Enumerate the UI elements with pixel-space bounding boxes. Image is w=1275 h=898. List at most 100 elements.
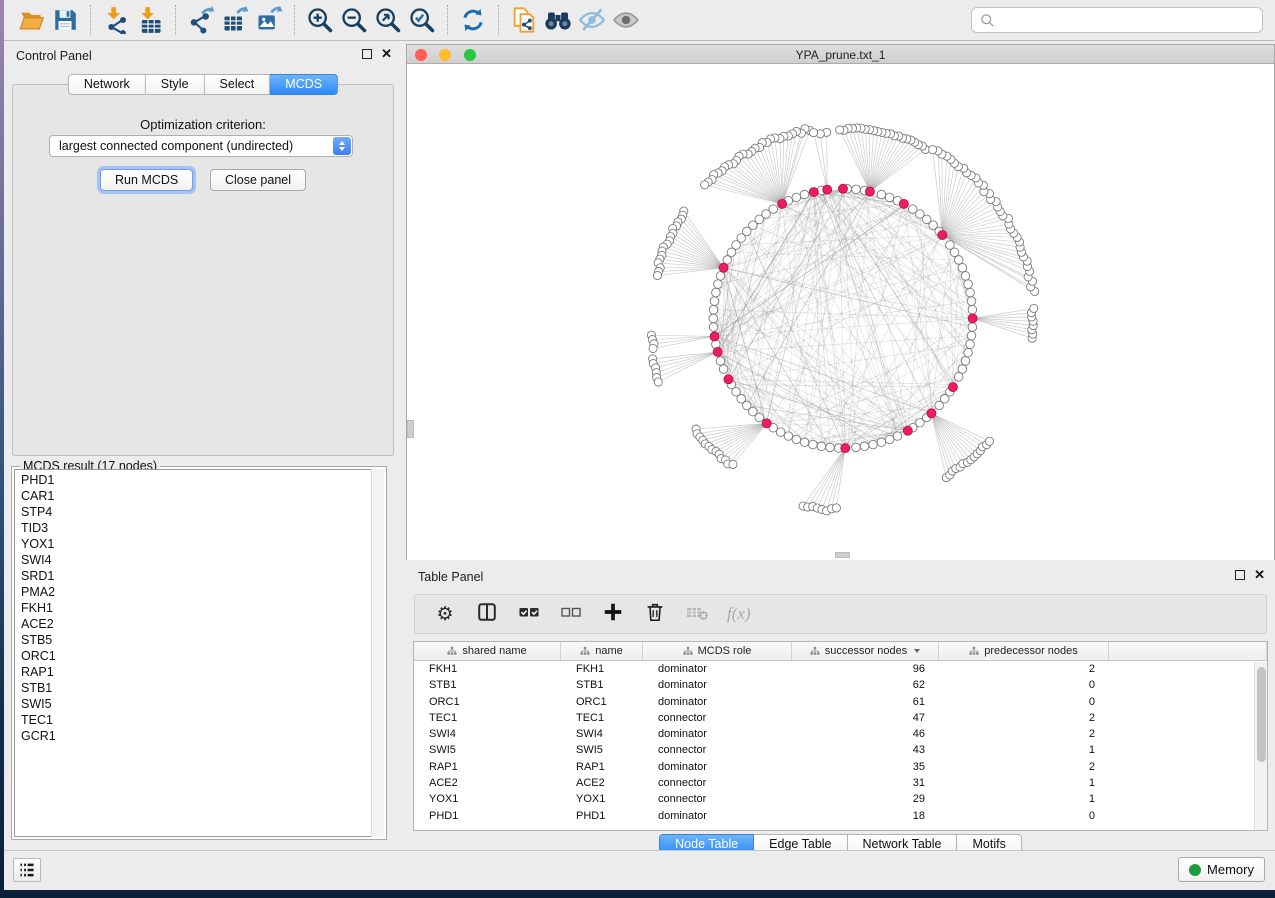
network-node[interactable]: [954, 373, 963, 382]
mcds-node[interactable]: [762, 419, 771, 428]
export-image-button[interactable]: [252, 4, 286, 36]
mcds-node[interactable]: [968, 314, 977, 323]
network-node[interactable]: [967, 297, 976, 306]
float-panel-icon[interactable]: [362, 49, 372, 59]
criterion-dropdown[interactable]: largest connected component (undirected): [49, 135, 353, 157]
network-node[interactable]: [809, 129, 817, 137]
network-node[interactable]: [792, 435, 801, 444]
network-node[interactable]: [709, 314, 718, 323]
show-columns-button[interactable]: [475, 602, 499, 626]
function-builder-button[interactable]: f(x): [727, 602, 751, 626]
table-row[interactable]: ORC1ORC1dominator610: [414, 694, 1267, 710]
mcds-node[interactable]: [724, 375, 733, 384]
column-header-predecessor-nodes[interactable]: predecessor nodes: [939, 642, 1109, 660]
mcds-node[interactable]: [927, 409, 936, 418]
memory-button[interactable]: Memory: [1178, 857, 1265, 882]
table-row[interactable]: RAP1RAP1dominator352: [414, 759, 1267, 775]
network-node[interactable]: [755, 413, 764, 422]
search-input[interactable]: [1001, 13, 1254, 27]
mcds-node[interactable]: [903, 426, 912, 435]
mcds-result-item[interactable]: TID3: [15, 520, 383, 536]
refresh-button[interactable]: [456, 4, 490, 36]
mcds-node[interactable]: [719, 263, 728, 272]
network-node[interactable]: [860, 442, 869, 451]
column-header-shared-name[interactable]: shared name: [414, 642, 561, 660]
network-node[interactable]: [954, 256, 963, 265]
network-node[interactable]: [1030, 304, 1038, 312]
network-node[interactable]: [877, 438, 886, 447]
mcds-result-item[interactable]: RAP1: [15, 664, 383, 680]
network-node[interactable]: [800, 438, 809, 447]
export-table-button[interactable]: [218, 4, 252, 36]
network-node[interactable]: [893, 432, 902, 441]
panel-list-button[interactable]: [13, 858, 41, 882]
mcds-result-item[interactable]: PMA2: [15, 584, 383, 600]
table-row[interactable]: TEC1TEC1connector472: [414, 710, 1267, 726]
network-window-titlebar[interactable]: YPA_prune.txt_1: [407, 45, 1274, 64]
network-node[interactable]: [832, 504, 840, 512]
table-row[interactable]: SWI5SWI5connector431: [414, 742, 1267, 758]
table-row[interactable]: ACE2ACE2connector311: [414, 775, 1267, 791]
delete-button[interactable]: [643, 602, 667, 626]
network-node[interactable]: [885, 193, 894, 202]
add-button[interactable]: [601, 602, 625, 626]
network-node[interactable]: [716, 272, 725, 281]
network-node[interactable]: [877, 190, 886, 199]
mcds-result-item[interactable]: SRD1: [15, 568, 383, 584]
table-row[interactable]: SWI4SWI4dominator462: [414, 726, 1267, 742]
table-row[interactable]: FKH1FKH1dominator962: [414, 661, 1267, 677]
settings-button[interactable]: ⚙: [433, 602, 457, 626]
mcds-result-item[interactable]: SWI5: [15, 696, 383, 712]
network-node[interactable]: [968, 323, 977, 332]
float-panel-icon[interactable]: [1235, 570, 1245, 580]
node-table[interactable]: shared namenameMCDS rolesuccessor nodesp…: [413, 641, 1268, 831]
close-icon[interactable]: ✕: [1254, 570, 1265, 580]
network-node[interactable]: [961, 272, 970, 281]
open-file-button[interactable]: [14, 4, 48, 36]
network-node[interactable]: [784, 432, 793, 441]
network-node[interactable]: [961, 357, 970, 366]
network-node[interactable]: [712, 288, 721, 297]
mcds-node[interactable]: [899, 199, 908, 208]
mcds-result-item[interactable]: STB1: [15, 680, 383, 696]
close-panel-button[interactable]: Close panel: [210, 169, 306, 191]
mcds-node[interactable]: [865, 187, 874, 196]
network-node[interactable]: [709, 323, 718, 332]
mcds-node[interactable]: [809, 188, 818, 197]
network-node[interactable]: [967, 331, 976, 340]
close-icon[interactable]: ✕: [381, 49, 392, 59]
show-all-button[interactable]: [609, 4, 643, 36]
mcds-node[interactable]: [841, 444, 850, 453]
network-node[interactable]: [985, 437, 993, 445]
table-row[interactable]: STB1STB1dominator620: [414, 677, 1267, 693]
mcds-node[interactable]: [778, 199, 787, 208]
mcds-result-item[interactable]: ACE2: [15, 616, 383, 632]
zoom-out-button[interactable]: [337, 4, 371, 36]
import-table-button[interactable]: [133, 4, 167, 36]
network-node[interactable]: [836, 126, 844, 134]
network-node[interactable]: [964, 280, 973, 289]
network-node[interactable]: [968, 305, 977, 314]
mcds-result-item[interactable]: PHD1: [15, 472, 383, 488]
mcds-result-item[interactable]: YOX1: [15, 536, 383, 552]
tab-mcds[interactable]: MCDS: [270, 74, 338, 95]
network-vertical-scroll-thumb[interactable]: [407, 420, 414, 438]
network-node[interactable]: [701, 181, 709, 189]
mcds-result-item[interactable]: GCR1: [15, 728, 383, 744]
select-all-button[interactable]: [517, 602, 541, 626]
table-scrollbar[interactable]: [1254, 662, 1267, 830]
tab-style[interactable]: Style: [146, 74, 205, 95]
mcds-node[interactable]: [713, 347, 722, 356]
delete-table-button[interactable]: [685, 602, 709, 626]
network-node[interactable]: [654, 378, 662, 386]
copy-network-button[interactable]: [507, 4, 541, 36]
mcds-result-item[interactable]: STP4: [15, 504, 383, 520]
column-header-name[interactable]: name: [561, 642, 643, 660]
mcds-result-item[interactable]: TEC1: [15, 712, 383, 728]
table-scrollbar-thumb[interactable]: [1257, 667, 1266, 762]
network-node[interactable]: [958, 263, 967, 272]
deselect-all-button[interactable]: [559, 602, 583, 626]
network-horizontal-scroll-thumb[interactable]: [835, 552, 850, 558]
network-node[interactable]: [852, 443, 861, 452]
network-canvas[interactable]: [407, 64, 1274, 560]
